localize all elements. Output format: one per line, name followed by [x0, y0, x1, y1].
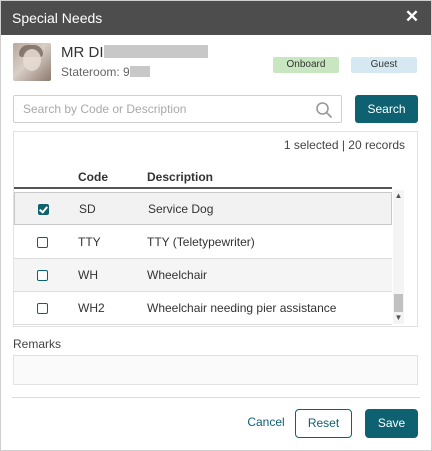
row-code: WH2	[78, 301, 105, 315]
row-code: TTY	[78, 235, 101, 249]
row-code: WH	[78, 268, 98, 282]
column-header-description: Description	[147, 170, 214, 184]
footer-divider	[12, 397, 420, 398]
table-row[interactable]: TTY TTY (Teletypewriter)	[14, 226, 392, 259]
row-description: Wheelchair needing pier assistance	[147, 301, 337, 315]
column-header-code: Code	[78, 170, 108, 184]
dialog-titlebar: Special Needs ✕	[1, 1, 431, 35]
table-row[interactable]: WH Wheelchair	[14, 259, 392, 292]
table-scrollbar[interactable]: ▲ ▼	[393, 190, 404, 324]
guest-header: MR DI Stateroom: 9 Onboard Guest	[1, 35, 431, 89]
save-button[interactable]: Save	[365, 409, 418, 438]
row-description: Wheelchair	[147, 268, 208, 282]
cancel-button[interactable]: Cancel	[241, 415, 291, 431]
special-needs-table: 1 selected | 20 records Code Description…	[13, 131, 418, 327]
close-icon[interactable]: ✕	[403, 8, 421, 26]
scroll-down-icon[interactable]: ▼	[393, 312, 404, 324]
search-button[interactable]: Search	[355, 95, 418, 123]
guest-avatar	[13, 43, 51, 81]
guest-stateroom: Stateroom: 9	[61, 65, 150, 79]
guest-badge: Guest	[351, 57, 417, 73]
row-checkbox[interactable]	[37, 237, 48, 248]
remarks-field[interactable]	[13, 355, 418, 385]
scroll-thumb[interactable]	[394, 294, 403, 312]
table-header: Code Description	[14, 165, 392, 189]
redacted-stateroom	[129, 66, 150, 77]
dialog-title: Special Needs	[12, 10, 103, 26]
row-checkbox[interactable]	[38, 204, 49, 215]
search-field[interactable]	[13, 95, 342, 123]
scroll-up-icon[interactable]: ▲	[393, 190, 404, 202]
stateroom-text: Stateroom: 9	[61, 65, 130, 79]
table-row[interactable]: WH2 Wheelchair needing pier assistance	[14, 292, 392, 325]
guest-name-text: MR DI	[61, 44, 104, 61]
row-description: Service Dog	[148, 202, 214, 216]
reset-button[interactable]: Reset	[295, 409, 352, 438]
special-needs-dialog: Special Needs ✕ MR DI Stateroom: 9 Onboa…	[0, 0, 432, 451]
row-checkbox[interactable]	[37, 303, 48, 314]
row-code: SD	[79, 202, 96, 216]
row-checkbox[interactable]	[37, 270, 48, 281]
row-description: TTY (Teletypewriter)	[147, 235, 255, 249]
onboard-badge: Onboard	[273, 57, 339, 73]
remarks-label: Remarks	[13, 337, 62, 351]
table-row[interactable]: SD Service Dog	[14, 192, 392, 225]
redacted-name	[103, 45, 208, 58]
search-input[interactable]	[14, 96, 304, 122]
guest-name: MR DI	[61, 44, 208, 61]
selection-summary: 1 selected | 20 records	[283, 138, 405, 152]
search-icon[interactable]	[315, 101, 333, 119]
